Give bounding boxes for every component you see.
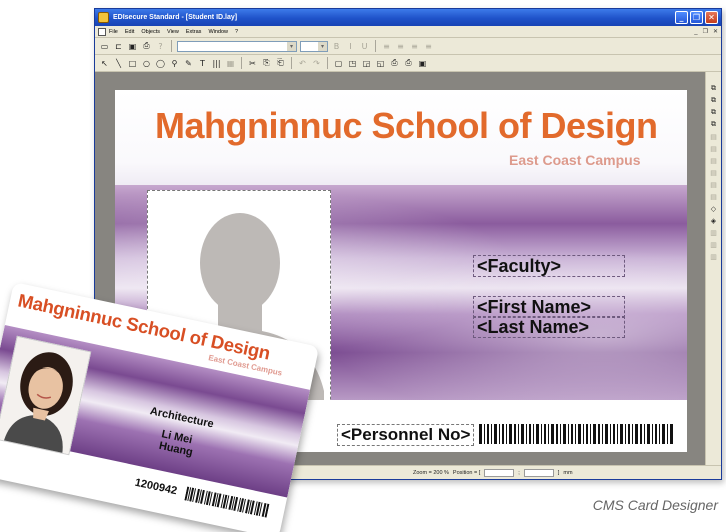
layer-down-icon[interactable]: ◱	[375, 58, 386, 69]
align-center-edge-icon[interactable]: ▤	[709, 180, 719, 189]
last-name-field[interactable]: <Last Name>	[473, 316, 625, 338]
window-title: EDIsecure Standard - [Student ID.lay]	[113, 14, 238, 21]
mdi-restore-button[interactable]: ❐	[703, 28, 708, 35]
align-top-icon[interactable]: ▤	[709, 132, 719, 141]
bold-icon[interactable]: B	[331, 41, 342, 52]
pointer-icon[interactable]: ↖	[99, 58, 110, 69]
position-separator: ;	[518, 469, 520, 476]
arrange-backward-icon[interactable]: ⧉	[709, 120, 719, 129]
arrange-front-icon[interactable]: ⧉	[709, 84, 719, 93]
position-x-field	[484, 468, 515, 477]
document-icon[interactable]	[98, 27, 106, 36]
drawing-toolbar: ↖ ╲ □ ○ ◯ ⚲ ✎ T ||| ▦ ✂ ⎘ ⎗ ↶ ↷ ▢ ◳ ◲ ◱ …	[95, 55, 721, 72]
align-middle-icon[interactable]: ▤	[709, 144, 719, 153]
same-size-icon[interactable]: ▥	[709, 252, 719, 261]
distribute-horizontal-icon[interactable]: ▥	[709, 228, 719, 237]
help-icon[interactable]: ?	[155, 41, 166, 52]
align-left-edge-icon[interactable]: ▤	[709, 168, 719, 177]
arrange-forward-icon[interactable]: ⧉	[709, 108, 719, 117]
magstripe-icon[interactable]: ▦	[225, 58, 236, 69]
position-close: ]	[557, 469, 560, 476]
underline-icon[interactable]: U	[359, 41, 370, 52]
align-right-edge-icon[interactable]: ▤	[709, 192, 719, 201]
app-icon	[98, 12, 109, 23]
barcode-icon[interactable]: |||	[211, 58, 222, 69]
menu-edit[interactable]: Edit	[125, 29, 134, 35]
paste-icon[interactable]: ⎗	[275, 58, 286, 69]
text-icon[interactable]: T	[197, 58, 208, 69]
first-name-field[interactable]: <First Name>	[473, 296, 625, 318]
align-right-icon[interactable]: ≡	[409, 41, 420, 52]
circle-icon[interactable]: ◯	[155, 58, 166, 69]
position-y-field	[523, 468, 554, 477]
personnel-number-field[interactable]: <Personnel No>	[337, 424, 475, 446]
card-subtitle[interactable]: East Coast Campus	[509, 152, 640, 168]
minimize-button[interactable]: _	[675, 11, 688, 24]
menu-window[interactable]: Window	[208, 29, 228, 35]
align-left-icon[interactable]: ≡	[381, 41, 392, 52]
arrange-back-icon[interactable]: ⧉	[709, 96, 719, 105]
card-back-icon[interactable]: ◳	[347, 58, 358, 69]
print-card-icon[interactable]: ⎙	[403, 58, 414, 69]
standard-toolbar: ▭ ⊏ ▣ ⎙ ? ▾ ▾ B I U ≡ ≡ ≡ ≡	[95, 38, 721, 55]
ellipse-icon[interactable]: ○	[141, 58, 152, 69]
font-size-select[interactable]: ▾	[300, 40, 328, 52]
unit-label: mm	[563, 469, 573, 476]
align-bottom-icon[interactable]: ▤	[709, 156, 719, 165]
menu-objects[interactable]: Objects	[141, 29, 160, 35]
copy-icon[interactable]: ⎘	[261, 58, 272, 69]
font-name-select[interactable]: ▾	[177, 40, 297, 52]
save-icon[interactable]: ▣	[127, 41, 138, 52]
undo-icon[interactable]: ↶	[297, 58, 308, 69]
justify-icon[interactable]: ≡	[423, 41, 434, 52]
position-label: Position = [	[452, 469, 481, 476]
menu-bar: File Edit Objects View Extras Window ? _…	[95, 26, 721, 38]
card-front-icon[interactable]: ▢	[333, 58, 344, 69]
print-preview-icon[interactable]: ⎙	[389, 58, 400, 69]
flip-icon[interactable]: ◈	[709, 216, 719, 225]
menu-view[interactable]: View	[167, 29, 179, 35]
redo-icon[interactable]: ↷	[311, 58, 322, 69]
menu-extras[interactable]: Extras	[186, 29, 202, 35]
rectangle-icon[interactable]: □	[127, 58, 138, 69]
distribute-vertical-icon[interactable]: ▥	[709, 240, 719, 249]
object-toolbar: ⧉ ⧉ ⧉ ⧉ ▤ ▤ ▤ ▤ ▤ ▤ ◇ ◈ ▥ ▥ ▥	[705, 72, 721, 465]
close-button[interactable]: ✕	[705, 11, 718, 24]
printed-personnel-number: 1200942	[133, 476, 179, 498]
zoom-status: Zoom = 200 %	[413, 469, 449, 476]
align-center-icon[interactable]: ≡	[395, 41, 406, 52]
new-icon[interactable]: ▭	[99, 41, 110, 52]
barcode-field[interactable]	[479, 424, 673, 444]
card-title[interactable]: Mahgninnuc School of Design	[155, 105, 687, 147]
restore-button[interactable]: ❐	[690, 11, 703, 24]
print-icon[interactable]: ⎙	[141, 41, 152, 52]
database-icon[interactable]: ▣	[417, 58, 428, 69]
person-icon[interactable]: ⚲	[169, 58, 180, 69]
mdi-minimize-button[interactable]: _	[694, 29, 697, 35]
faculty-field[interactable]: <Faculty>	[473, 255, 625, 277]
menu-file[interactable]: File	[109, 29, 118, 35]
italic-icon[interactable]: I	[345, 41, 356, 52]
line-icon[interactable]: ╲	[113, 58, 124, 69]
layer-up-icon[interactable]: ◲	[361, 58, 372, 69]
title-bar[interactable]: EDIsecure Standard - [Student ID.lay] _ …	[95, 9, 721, 26]
rotate-icon[interactable]: ◇	[709, 204, 719, 213]
cut-icon[interactable]: ✂	[247, 58, 258, 69]
mdi-close-button[interactable]: ✕	[713, 28, 718, 35]
menu-help[interactable]: ?	[235, 29, 238, 35]
open-icon[interactable]: ⊏	[113, 41, 124, 52]
signature-icon[interactable]: ✎	[183, 58, 194, 69]
figure-caption: CMS Card Designer	[592, 497, 718, 513]
